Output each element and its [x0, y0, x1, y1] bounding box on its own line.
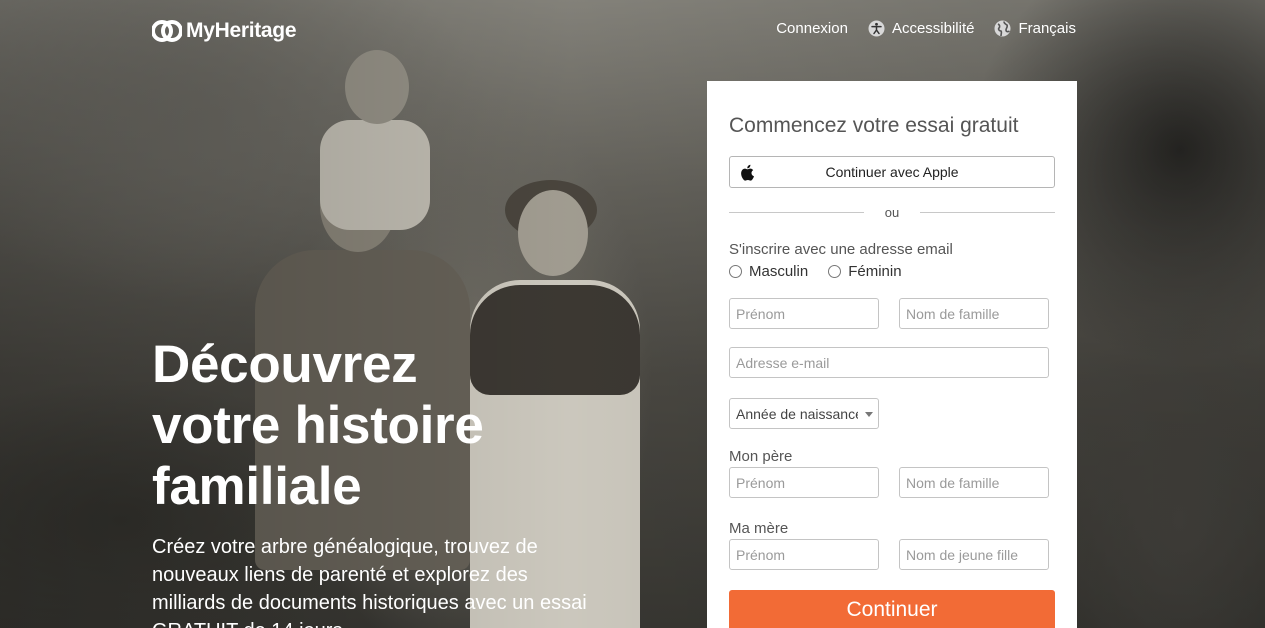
login-label: Connexion [776, 20, 848, 37]
mother-maiden-name-input[interactable] [899, 539, 1049, 570]
birth-year-value: Année de naissance [736, 405, 858, 422]
language-label: Français [1018, 20, 1076, 37]
last-name-input[interactable] [899, 298, 1049, 329]
logo-text: MyHeritage [186, 19, 297, 42]
accessibility-icon [868, 20, 885, 37]
myheritage-logo[interactable]: MyHeritage [151, 17, 297, 45]
email-signup-label: S'inscrire avec une adresse email [729, 241, 953, 258]
female-radio[interactable] [828, 265, 842, 278]
accessibility-link[interactable]: Accessibilité [868, 20, 975, 37]
headline-line-3: familiale [152, 457, 362, 516]
headline-line-2: votre histoire [152, 396, 484, 455]
father-section-label: Mon père [729, 448, 793, 465]
mother-section-label: Ma mère [729, 520, 789, 537]
language-selector[interactable]: Français [994, 20, 1076, 37]
male-radio[interactable] [729, 265, 742, 278]
continue-button[interactable]: Continuer [729, 590, 1055, 628]
divider-line-right [920, 212, 1055, 213]
gender-radio-group: Masculin Féminin [729, 263, 902, 280]
male-label: Masculin [749, 263, 809, 280]
chevron-down-icon [865, 412, 873, 417]
or-divider: ou [729, 205, 1055, 220]
first-name-input[interactable] [729, 298, 879, 329]
signup-title: Commencez votre essai gratuit [729, 114, 1019, 137]
headline-line-1: Découvrez [152, 335, 418, 394]
father-first-name-input[interactable] [729, 467, 879, 498]
email-input[interactable] [729, 347, 1049, 378]
apple-icon [740, 164, 754, 181]
gender-male-option[interactable]: Masculin [729, 263, 808, 280]
birth-year-select[interactable]: Année de naissance [729, 398, 879, 429]
continue-with-apple-button[interactable]: Continuer avec Apple [729, 156, 1055, 188]
apple-button-label: Continuer avec Apple [825, 164, 959, 180]
top-nav: Connexion Accessibilité Français [776, 20, 1076, 37]
login-link[interactable]: Connexion [776, 20, 848, 37]
accessibility-label: Accessibilité [891, 20, 975, 37]
gender-female-option[interactable]: Féminin [828, 263, 902, 280]
hero-headline: Découvrez votre histoire familiale [152, 334, 632, 517]
mother-first-name-input[interactable] [729, 539, 879, 570]
myheritage-logo-icon [151, 18, 183, 44]
signup-panel: Commencez votre essai gratuit Continuer … [707, 81, 1077, 628]
father-last-name-input[interactable] [899, 467, 1049, 498]
female-label: Féminin [848, 263, 902, 280]
globe-icon [994, 20, 1011, 37]
hero-subtext: Créez votre arbre généalogique, trouvez … [152, 536, 587, 628]
